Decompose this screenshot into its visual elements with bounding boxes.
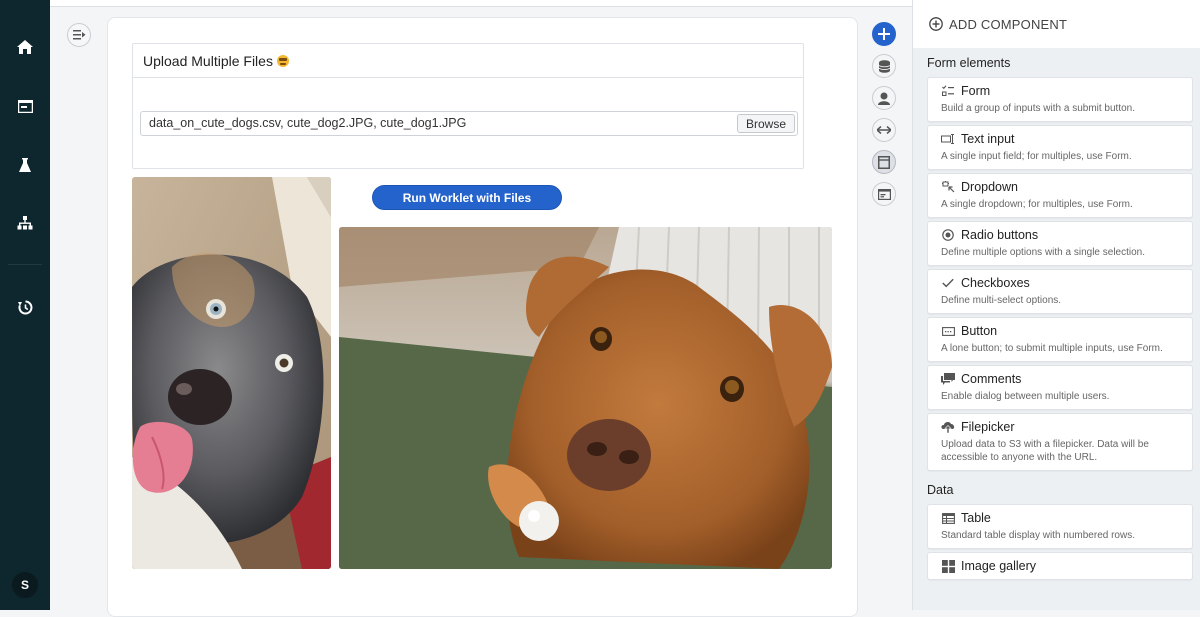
window-icon[interactable]: [15, 96, 35, 116]
image-cute-dog1: [339, 227, 832, 569]
component-description: A single input field; for multiples, use…: [941, 151, 1132, 162]
component-form[interactable]: Form Build a group of inputs with a subm…: [927, 77, 1193, 122]
add-component-title: ADD COMPONENT: [949, 16, 1068, 32]
component-description: Define multi-select options.: [941, 295, 1062, 306]
component-text-input[interactable]: Text input A single input field; for mul…: [927, 125, 1193, 170]
dog-photo-aussie: [132, 177, 331, 569]
component-label: Text input: [961, 132, 1015, 146]
history-icon[interactable]: [15, 297, 35, 317]
add-component-header[interactable]: ADD COMPONENT: [913, 0, 1200, 48]
component-label: Filepicker: [961, 420, 1015, 434]
grid-icon: [941, 559, 955, 573]
component-button[interactable]: Button A lone button; to submit multiple…: [927, 317, 1193, 362]
component-description: A lone button; to submit multiple inputs…: [941, 343, 1163, 354]
add-component-panel: ADD COMPONENT Form elements Form Build a…: [912, 0, 1200, 610]
left-navigation: S: [0, 0, 50, 610]
dog-photo-brown: [339, 227, 832, 569]
component-dropdown[interactable]: Dropdown A single dropdown; for multiple…: [927, 173, 1193, 218]
section-title-form-elements: Form elements: [927, 56, 1011, 70]
component-filepicker[interactable]: Filepicker Upload data to S3 with a file…: [927, 413, 1193, 471]
browse-label: Browse: [745, 116, 786, 131]
component-label: Form: [961, 84, 991, 98]
user-avatar[interactable]: S: [12, 572, 38, 598]
component-description: A single dropdown; for multiples, use Fo…: [941, 199, 1133, 210]
collapse-panel-button[interactable]: [67, 23, 91, 47]
component-label: Radio buttons: [961, 228, 1039, 242]
work-area: Upload Multiple Files data_on_cute_dogs.…: [50, 0, 912, 617]
comments-icon: [941, 372, 955, 386]
component-description: Enable dialog between multiple users.: [941, 391, 1110, 402]
layout-icon: [878, 155, 890, 169]
home-icon[interactable]: [15, 37, 35, 57]
plus-circle-icon: [929, 17, 943, 31]
database-icon: [878, 59, 890, 73]
component-label: Button: [961, 324, 998, 338]
sitemap-icon[interactable]: [15, 213, 35, 233]
section-title-data: Data: [927, 483, 954, 497]
browse-button[interactable]: Browse: [736, 114, 795, 133]
preview-tool-button[interactable]: [872, 182, 896, 206]
upload-component: Upload Multiple Files data_on_cute_dogs.…: [132, 43, 804, 169]
upload-title: Upload Multiple Files: [133, 44, 803, 78]
flask-icon[interactable]: [15, 155, 35, 175]
run-worklet-label: Run Worklet with Files: [402, 190, 532, 205]
user-icon: [878, 92, 890, 105]
plus-icon: [878, 28, 890, 40]
add-tool-button[interactable]: [872, 22, 896, 46]
upload-cloud-icon: [941, 420, 955, 434]
user-tool-button[interactable]: [872, 86, 896, 110]
component-radio-buttons[interactable]: Radio buttons Define multiple options wi…: [927, 221, 1193, 266]
component-table[interactable]: Table Standard table display with number…: [927, 504, 1193, 549]
data-tool-button[interactable]: [872, 54, 896, 78]
component-label: Checkboxes: [961, 276, 1030, 290]
image-cute-dog2: [132, 177, 331, 569]
file-input-value: data_on_cute_dogs.csv, cute_dog2.JPG, cu…: [149, 116, 467, 130]
table-icon: [941, 511, 955, 525]
component-description: Standard table display with numbered row…: [941, 530, 1135, 541]
arrows-horizontal-icon: [877, 126, 891, 134]
dropdown-icon: [941, 180, 955, 194]
component-image-gallery[interactable]: Image gallery: [927, 552, 1193, 580]
avatar-initial: S: [20, 578, 29, 592]
layout-tool-button[interactable]: [872, 150, 896, 174]
canvas: Upload Multiple Files data_on_cute_dogs.…: [107, 17, 858, 617]
component-checkboxes[interactable]: Checkboxes Define multi-select options.: [927, 269, 1193, 314]
radio-icon: [941, 228, 955, 242]
form-icon: [941, 84, 955, 98]
button-icon: [941, 324, 955, 338]
component-description: Define multiple options with a single se…: [941, 247, 1145, 258]
component-description: Build a group of inputs with a submit bu…: [941, 103, 1136, 114]
upload-title-text: Upload Multiple Files: [143, 52, 273, 69]
component-description: Upload data to S3 with a filepicker. Dat…: [941, 439, 1149, 463]
text-input-icon: [941, 132, 955, 146]
file-input-field[interactable]: data_on_cute_dogs.csv, cute_dog2.JPG, cu…: [140, 111, 798, 136]
menu-arrow-icon: [72, 30, 85, 40]
component-label: Table: [961, 511, 991, 525]
component-label: Dropdown: [961, 180, 1018, 194]
top-bar: [50, 0, 912, 7]
check-icon: [941, 276, 955, 290]
component-label: Comments: [961, 372, 1022, 386]
run-worklet-button[interactable]: Run Worklet with Files: [372, 185, 562, 210]
nav-divider: [8, 264, 42, 265]
component-comments[interactable]: Comments Enable dialog between multiple …: [927, 365, 1193, 410]
width-tool-button[interactable]: [872, 118, 896, 142]
component-label: Image gallery: [961, 559, 1037, 573]
browser-window-icon: [877, 188, 891, 200]
sunglasses-emoji-icon: [276, 54, 289, 67]
